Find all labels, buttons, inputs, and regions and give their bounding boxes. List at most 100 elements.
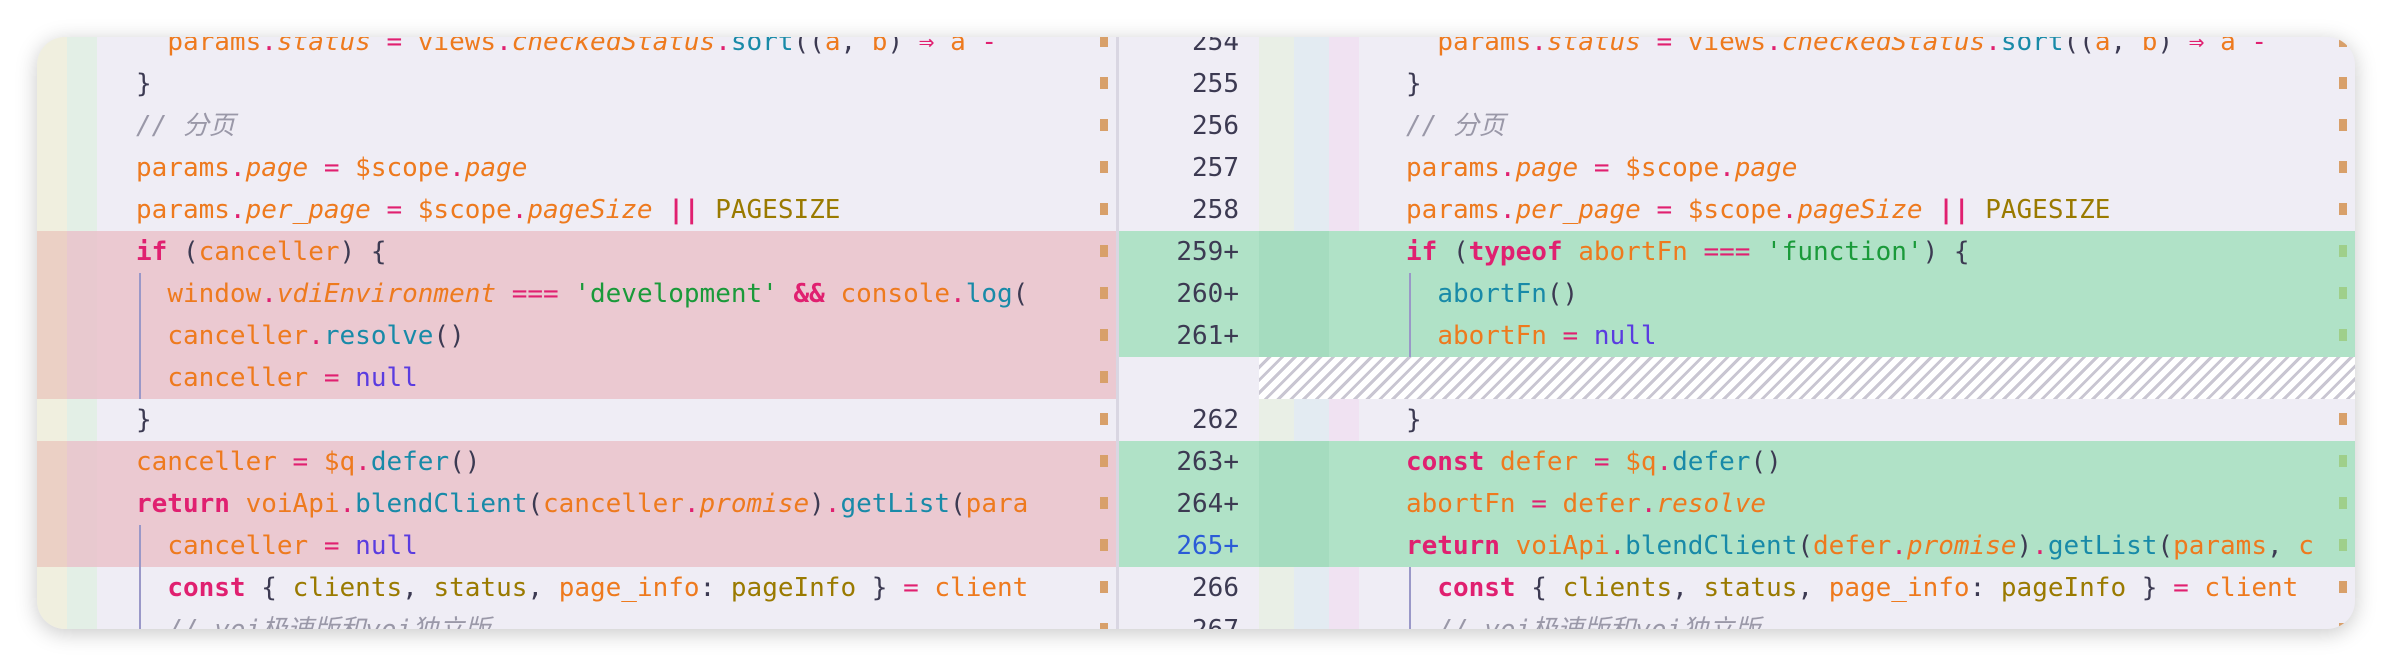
deleted-line[interactable]: canceller = null	[37, 357, 1116, 399]
context-line[interactable]: }	[37, 63, 1116, 105]
code-text[interactable]: }	[136, 63, 152, 105]
deleted-line[interactable]: window.vdiEnvironment === 'development' …	[37, 273, 1116, 315]
gutter-column	[1294, 441, 1329, 483]
added-line[interactable]: 264+ abortFn = defer.resolve	[1119, 483, 2355, 525]
context-line[interactable]: 258 params.per_page = $scope.pageSize || …	[1119, 189, 2355, 231]
line-number[interactable]: 257	[1119, 147, 1239, 189]
gutter-column	[67, 63, 97, 105]
gutter-column	[1329, 147, 1359, 189]
line-number[interactable]: 261+	[1119, 315, 1239, 357]
line-number[interactable]: 259+	[1119, 231, 1239, 273]
code-text[interactable]: // voi极速版和voi独立版	[1406, 609, 1760, 629]
gutter-column	[67, 525, 97, 567]
gutter-column	[97, 399, 137, 441]
line-number[interactable]: 265+	[1119, 525, 1239, 567]
context-line[interactable]: params.page = $scope.page	[37, 147, 1116, 189]
code-text[interactable]: return voiApi.blendClient(canceller.prom…	[136, 483, 1028, 525]
overview-ruler-marker	[1100, 455, 1108, 467]
overview-ruler-marker	[1100, 203, 1108, 215]
code-text[interactable]: if (canceller) {	[136, 231, 386, 273]
deleted-line[interactable]: canceller.resolve()	[37, 315, 1116, 357]
gutter-column	[1329, 567, 1359, 609]
line-number[interactable]: 258	[1119, 189, 1239, 231]
line-number[interactable]: 262	[1119, 399, 1239, 441]
context-line[interactable]: }	[37, 399, 1116, 441]
gutter-column	[1259, 399, 1294, 441]
added-line[interactable]: 259+ if (typeof abortFn === 'function') {	[1119, 231, 2355, 273]
code-text[interactable]: // 分页	[136, 105, 235, 147]
code-text[interactable]: params.page = $scope.page	[136, 147, 527, 189]
code-text[interactable]: canceller = null	[136, 357, 417, 399]
context-line[interactable]: params.per_page = $scope.pageSize || PAG…	[37, 189, 1116, 231]
code-text[interactable]: params.per_page = $scope.pageSize || PAG…	[1406, 189, 2110, 231]
code-text[interactable]: const { clients, status, page_info: page…	[136, 567, 1028, 609]
context-line[interactable]: 267 // voi极速版和voi独立版	[1119, 609, 2355, 629]
code-text[interactable]: canceller = $q.defer()	[136, 441, 480, 483]
right-diff-pane[interactable]: 254 params.status = views.checkedStatus.…	[1119, 37, 2355, 629]
line-number[interactable]: 264+	[1119, 483, 1239, 525]
gutter-column	[1294, 483, 1329, 525]
code-text[interactable]: }	[136, 399, 152, 441]
line-number[interactable]: 254	[1119, 37, 1239, 63]
code-text[interactable]: }	[1406, 63, 1422, 105]
gutter-column	[67, 357, 97, 399]
code-text[interactable]: // voi极速版和voi独立版	[136, 609, 490, 629]
code-text[interactable]: canceller.resolve()	[136, 315, 464, 357]
code-text[interactable]: abortFn = null	[1406, 315, 1656, 357]
overview-ruler-marker	[1100, 623, 1108, 629]
code-text[interactable]: const defer = $q.defer()	[1406, 441, 1782, 483]
gutter-column	[37, 147, 67, 189]
line-number[interactable]	[1119, 357, 1239, 399]
gutter-column	[37, 399, 67, 441]
context-line[interactable]: 266 const { clients, status, page_info: …	[1119, 567, 2355, 609]
line-number[interactable]: 256	[1119, 105, 1239, 147]
code-text[interactable]: abortFn()	[1406, 273, 1578, 315]
left-diff-pane[interactable]: params.status = views.checkedStatus.sort…	[37, 37, 1116, 629]
context-line[interactable]: 256 // 分页	[1119, 105, 2355, 147]
code-text[interactable]: params.per_page = $scope.pageSize || PAG…	[136, 189, 840, 231]
code-text[interactable]: }	[1406, 399, 1422, 441]
line-number[interactable]: 266	[1119, 567, 1239, 609]
code-text[interactable]: if (typeof abortFn === 'function') {	[1406, 231, 1970, 273]
deleted-line[interactable]: return voiApi.blendClient(canceller.prom…	[37, 483, 1116, 525]
deleted-line[interactable]: canceller = null	[37, 525, 1116, 567]
deleted-line[interactable]: canceller = $q.defer()	[37, 441, 1116, 483]
code-text[interactable]: params.status = views.checkedStatus.sort…	[1406, 37, 2267, 63]
added-line[interactable]: 265+ return voiApi.blendClient(defer.prom…	[1119, 525, 2355, 567]
gutter-column	[97, 231, 137, 273]
added-line[interactable]: 260+ abortFn()	[1119, 273, 2355, 315]
deleted-line[interactable]: if (canceller) {	[37, 231, 1116, 273]
gutter-column	[1294, 315, 1329, 357]
gutter-column	[67, 315, 97, 357]
added-line[interactable]: 263+ const defer = $q.defer()	[1119, 441, 2355, 483]
line-number[interactable]: 267	[1119, 609, 1239, 629]
code-text[interactable]: params.status = views.checkedStatus.sort…	[136, 37, 997, 63]
diff-gap-filler[interactable]	[1119, 357, 2355, 399]
line-number[interactable]: 263+	[1119, 441, 1239, 483]
context-line[interactable]: params.status = views.checkedStatus.sort…	[37, 37, 1116, 63]
code-text[interactable]: return voiApi.blendClient(defer.promise)…	[1406, 525, 2314, 567]
context-line[interactable]: const { clients, status, page_info: page…	[37, 567, 1116, 609]
added-line[interactable]: 261+ abortFn = null	[1119, 315, 2355, 357]
line-number[interactable]: 260+	[1119, 273, 1239, 315]
context-line[interactable]: 255}	[1119, 63, 2355, 105]
gutter-column	[1294, 609, 1329, 629]
line-number[interactable]: 255	[1119, 63, 1239, 105]
diff-viewer-window: params.status = views.checkedStatus.sort…	[37, 37, 2355, 629]
context-line[interactable]: // 分页	[37, 105, 1116, 147]
code-text[interactable]: params.page = $scope.page	[1406, 147, 1797, 189]
overview-ruler-marker	[1100, 497, 1108, 509]
context-line[interactable]: 262}	[1119, 399, 2355, 441]
code-text[interactable]: const { clients, status, page_info: page…	[1406, 567, 2298, 609]
code-text[interactable]: canceller = null	[136, 525, 417, 567]
gutter-column	[1294, 105, 1329, 147]
gutter-column	[67, 105, 97, 147]
context-line[interactable]: 254 params.status = views.checkedStatus.…	[1119, 37, 2355, 63]
code-text[interactable]: abortFn = defer.resolve	[1406, 483, 1766, 525]
context-line[interactable]: 257 params.page = $scope.page	[1119, 147, 2355, 189]
context-line[interactable]: // voi极速版和voi独立版	[37, 609, 1116, 629]
code-text[interactable]: // 分页	[1406, 105, 1505, 147]
gutter-column	[37, 273, 67, 315]
overview-ruler-marker	[2339, 203, 2347, 215]
code-text[interactable]: window.vdiEnvironment === 'development' …	[136, 273, 1028, 315]
